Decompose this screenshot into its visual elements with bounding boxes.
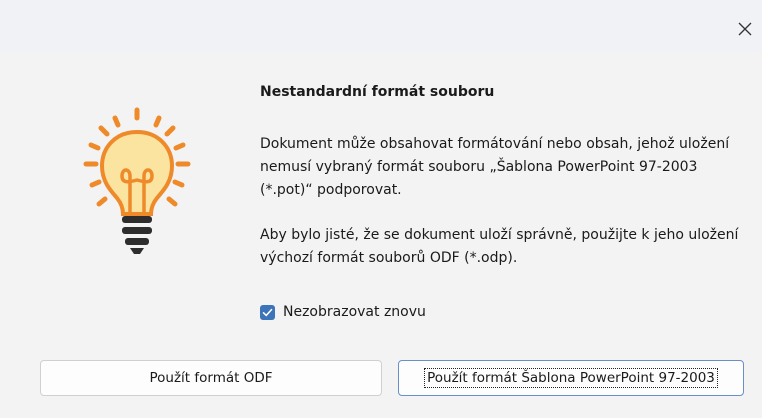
checkmark-icon (262, 308, 273, 316)
dont-show-again-checkbox[interactable] (260, 304, 275, 320)
close-icon (738, 22, 752, 36)
title-bar (0, 0, 762, 52)
dialog-heading: Nestandardní formát souboru (260, 84, 495, 100)
close-button[interactable] (732, 16, 758, 42)
use-odf-button[interactable]: Použít formát ODF (40, 360, 382, 396)
dont-show-again-label: Nezobrazovat znovu (283, 304, 426, 320)
lightbulb-icon (70, 52, 210, 276)
use-pot-button[interactable]: Použít formát Šablona PowerPoint 97-2003 (398, 360, 744, 396)
dont-show-again-option[interactable]: Nezobrazovat znovu (260, 304, 426, 320)
dialog-advice: Aby bylo jisté, že se dokument uloží spr… (260, 227, 739, 266)
dialog-message: Dokument může obsahovat formátování nebo… (260, 136, 730, 198)
use-pot-button-label: Použít formát Šablona PowerPoint 97-2003 (424, 368, 718, 388)
